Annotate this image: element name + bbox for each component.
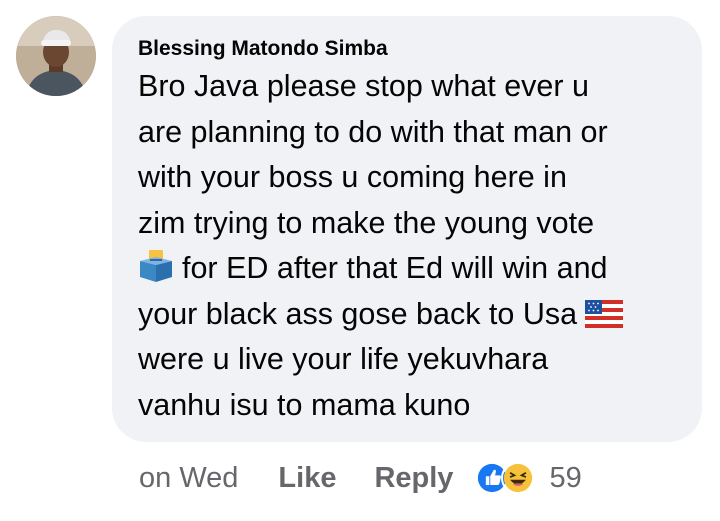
comment-line-text: for ED after that Ed will win and [182, 251, 608, 285]
comment-actions: on Wed Like Reply 59 [139, 458, 582, 498]
comment-text: Bro Java please stop what ever u are pla… [138, 64, 678, 428]
comment-line-with-emoji: for ED after that Ed will win and [138, 246, 678, 292]
comment-line: with your boss u coming here in [138, 160, 567, 194]
timestamp[interactable]: on Wed [139, 462, 238, 495]
comment-line: are planning to do with that man or [138, 114, 608, 149]
profile-photo [16, 16, 96, 96]
comment-line-with-emoji: your black ass gose back to Usa [138, 292, 678, 338]
comment-bubble: Blessing Matondo Simba Bro Java please s… [112, 16, 702, 442]
reactions-summary[interactable]: 59 [475, 461, 582, 495]
ballot-box-emoji [140, 250, 172, 282]
comment-line-text: your black ass gose back to Usa [138, 296, 578, 331]
comment-line: Bro Java please stop what ever u [138, 69, 589, 103]
reaction-count: 59 [549, 461, 582, 494]
us-flag-emoji [585, 299, 624, 328]
reply-button[interactable]: Reply [374, 462, 453, 495]
like-button[interactable]: Like [278, 462, 336, 495]
comment-author[interactable]: Blessing Matondo Simba [138, 36, 676, 62]
laugh-reaction-icon [501, 461, 536, 495]
avatar[interactable] [16, 16, 96, 96]
comment-line: zim trying to make the young vote [138, 205, 595, 240]
comment-line: were u live your life yekuvhara [138, 342, 549, 376]
comment-line: vanhu isu to mama kuno [138, 387, 471, 422]
